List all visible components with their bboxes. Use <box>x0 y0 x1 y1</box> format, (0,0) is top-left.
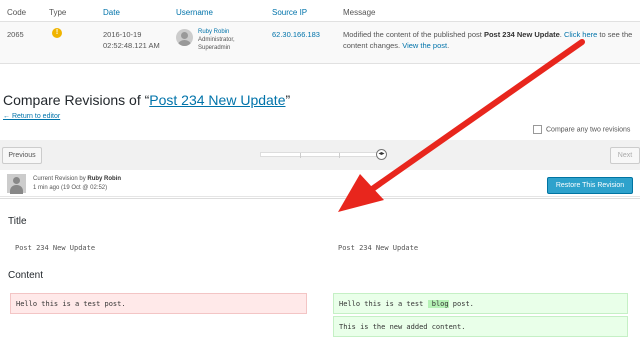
slider-tick <box>339 153 340 158</box>
col-header-date[interactable]: Date <box>103 8 120 17</box>
msg-end: . <box>447 41 450 50</box>
activity-log-table: Code Type Date Username Source IP Messag… <box>0 0 640 64</box>
diff-title-old: Post 234 New Update <box>15 244 96 252</box>
user-role: Administrator, <box>198 37 235 43</box>
title-suffix: ” <box>285 92 291 108</box>
warning-icon: ! <box>52 28 62 38</box>
user-role-2: Superadmin <box>198 45 231 51</box>
col-header-message: Message <box>343 8 376 17</box>
content-new-before: Hello this is a test <box>339 300 428 308</box>
col-header-username[interactable]: Username <box>176 8 213 17</box>
content-new-after: post. <box>448 300 474 308</box>
compare-two-label: Compare any two revisions <box>546 126 631 134</box>
post-title-link[interactable]: Post 234 New Update <box>149 92 285 108</box>
diff-title-heading: Title <box>8 216 27 227</box>
diff-content-heading: Content <box>8 270 44 281</box>
next-button[interactable]: Next <box>610 147 640 164</box>
event-code: 2065 <box>7 30 24 39</box>
added-content-block-2: This is the new added content. <box>333 316 628 337</box>
slider-handle[interactable]: ◂▸ <box>376 149 387 160</box>
meta-time: 1 min ago (19 Oct @ 02:52) <box>33 185 108 191</box>
event-user: Ruby Robin Administrator, Superadmin <box>198 28 235 52</box>
event-date: 2016-10-19 02:52:48.121 AM <box>103 29 160 51</box>
col-header-source-ip[interactable]: Source IP <box>272 8 307 17</box>
page-title: Compare Revisions of “Post 234 New Updat… <box>3 92 290 108</box>
avatar <box>176 29 193 46</box>
meta-author: Ruby Robin <box>87 176 122 182</box>
event-date-day: 2016-10-19 <box>103 30 142 39</box>
restore-revision-button[interactable]: Restore This Revision <box>547 177 633 194</box>
event-date-time: 02:52:48.121 AM <box>103 41 160 50</box>
compare-two-checkbox[interactable] <box>533 125 542 134</box>
avatar <box>7 174 26 194</box>
source-ip-link[interactable]: 62.30.166.183 <box>272 30 320 39</box>
revision-slider-area: Previous ◂▸ Next <box>0 140 640 170</box>
meta-prefix: Current Revision by <box>33 176 88 182</box>
slider-tick <box>300 153 301 158</box>
content-new-added: blog <box>427 300 449 308</box>
title-prefix: Compare Revisions of “ <box>3 92 150 108</box>
view-post-link[interactable]: View the post <box>402 41 447 50</box>
msg-post-title: Post 234 New Update <box>483 30 560 39</box>
click-here-link[interactable]: Click here <box>564 30 597 39</box>
revision-meta-bar: Current Revision by Ruby Robin 1 min ago… <box>0 170 640 197</box>
deleted-content-block: Hello this is a test post. <box>10 293 307 314</box>
event-message: Modified the content of the published po… <box>343 29 637 51</box>
added-content-block: Hello this is a test blog post. <box>333 293 628 314</box>
diff-panel: Title Post 234 New Update Post 234 New U… <box>0 198 640 349</box>
log-header-row: Code Type Date Username Source IP Messag… <box>0 0 640 22</box>
return-to-editor-link[interactable]: ← Return to editor <box>3 113 60 120</box>
user-name-link[interactable]: Ruby Robin <box>198 29 229 35</box>
content-new-line2: This is the new added content. <box>339 323 466 331</box>
content-new: Hello this is a test blog post. <box>339 300 474 308</box>
diff-title-new: Post 234 New Update <box>338 244 419 252</box>
content-old: Hello this is a test post. <box>16 300 126 308</box>
previous-button[interactable]: Previous <box>2 147 42 164</box>
compare-two-toggle[interactable]: Compare any two revisions <box>533 125 630 134</box>
revision-slider-track[interactable] <box>260 152 378 158</box>
msg-prefix: Modified the content of the published po… <box>343 30 484 39</box>
revision-meta: Current Revision by Ruby Robin 1 min ago… <box>33 175 121 193</box>
col-header-code[interactable]: Code <box>7 8 26 17</box>
table-row: 2065 ! 2016-10-19 02:52:48.121 AM Ruby R… <box>0 22 640 64</box>
col-header-type[interactable]: Type <box>49 8 66 17</box>
